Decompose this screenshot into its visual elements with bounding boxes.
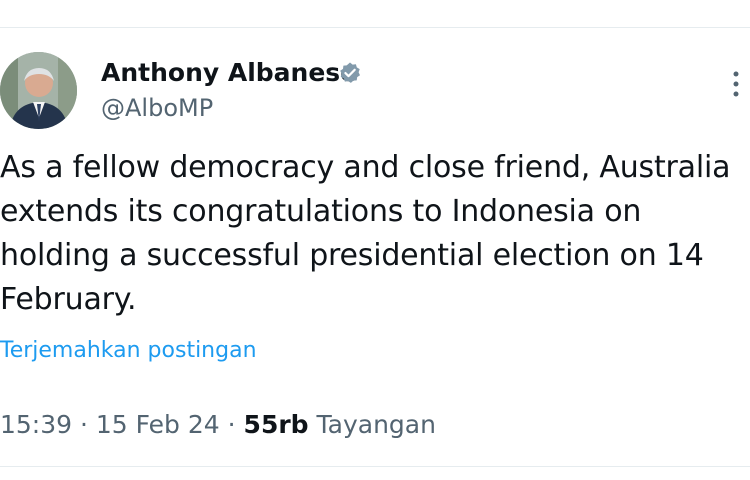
meta-separator: · — [227, 410, 236, 439]
author-display-name[interactable]: Anthony Albanese — [101, 58, 357, 88]
views-count[interactable]: 55rb — [244, 410, 309, 439]
tweet-date[interactable]: 15 Feb 24 — [96, 410, 220, 439]
tweet-detail: Anthony Albanese @AlboMP As a fellow dem… — [0, 0, 750, 480]
author-handle[interactable]: @AlboMP — [101, 93, 213, 123]
bottom-divider — [0, 466, 750, 467]
profile-photo — [0, 52, 77, 129]
tweet-text: As a fellow democracy and close friend, … — [0, 150, 731, 317]
tweet-time[interactable]: 15:39 — [0, 410, 72, 439]
avatar[interactable] — [0, 52, 77, 129]
views-label[interactable]: Tayangan — [317, 410, 436, 439]
translate-post-link[interactable]: Terjemahkan postingan — [0, 337, 257, 365]
verified-badge-icon — [340, 62, 360, 83]
tweet-meta: 15:39 · 15 Feb 24 · 55rb Tayangan — [0, 409, 436, 441]
top-divider — [0, 27, 750, 28]
more-options-icon[interactable] — [724, 68, 748, 100]
meta-separator: · — [80, 410, 88, 439]
